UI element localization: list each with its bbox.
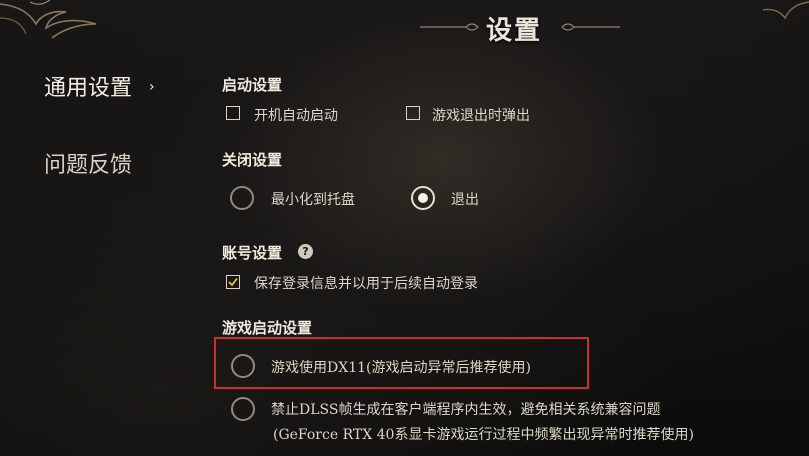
startup-settings-title: 启动设置 [222,76,283,94]
popup-on-exit-label: 游戏退出时弹出 [432,108,530,124]
checkmark-icon [228,277,238,287]
help-icon[interactable]: ? [298,244,313,259]
chevron-right-icon: › [149,79,155,95]
disable-dlss-radio[interactable] [231,397,255,421]
exit-radio[interactable] [411,186,435,210]
game-launch-settings-title: 游戏启动设置 [222,319,313,337]
corner-ornament-icon [0,0,97,39]
auto-start-checkbox[interactable] [226,106,240,120]
account-settings-title: 账号设置 [222,244,283,262]
save-login-label: 保存登录信息并以用于后续自动登录 [254,276,478,292]
save-login-checkbox[interactable] [226,275,240,289]
radio-selected-dot [418,193,428,203]
title-flourish-right-icon [561,23,620,31]
sidebar-item-general-settings[interactable]: 通用设置 [44,70,132,102]
corner-ornament-icon [762,1,809,20]
disable-dlss-sublabel: (GeForce RTX 40系显卡游戏运行过程中频繁出现异常时推荐使用) [273,427,694,443]
exit-label: 退出 [451,192,479,208]
page-title: 设置 [486,16,543,46]
minimize-to-tray-label: 最小化到托盘 [271,192,355,208]
minimize-to-tray-radio[interactable] [230,186,254,210]
title-flourish-left-icon [420,23,479,31]
disable-dlss-label: 禁止DLSS帧生成在客户端程序内生效，避免相关系统兼容问题 [271,402,661,418]
popup-on-exit-checkbox[interactable] [406,106,420,120]
close-settings-title: 关闭设置 [222,151,283,169]
dx11-label: 游戏使用DX11(游戏启动异常后推荐使用) [271,360,531,376]
auto-start-label: 开机自动启动 [254,108,338,124]
sidebar-item-feedback[interactable]: 问题反馈 [44,147,132,179]
dx11-radio[interactable] [231,354,255,378]
